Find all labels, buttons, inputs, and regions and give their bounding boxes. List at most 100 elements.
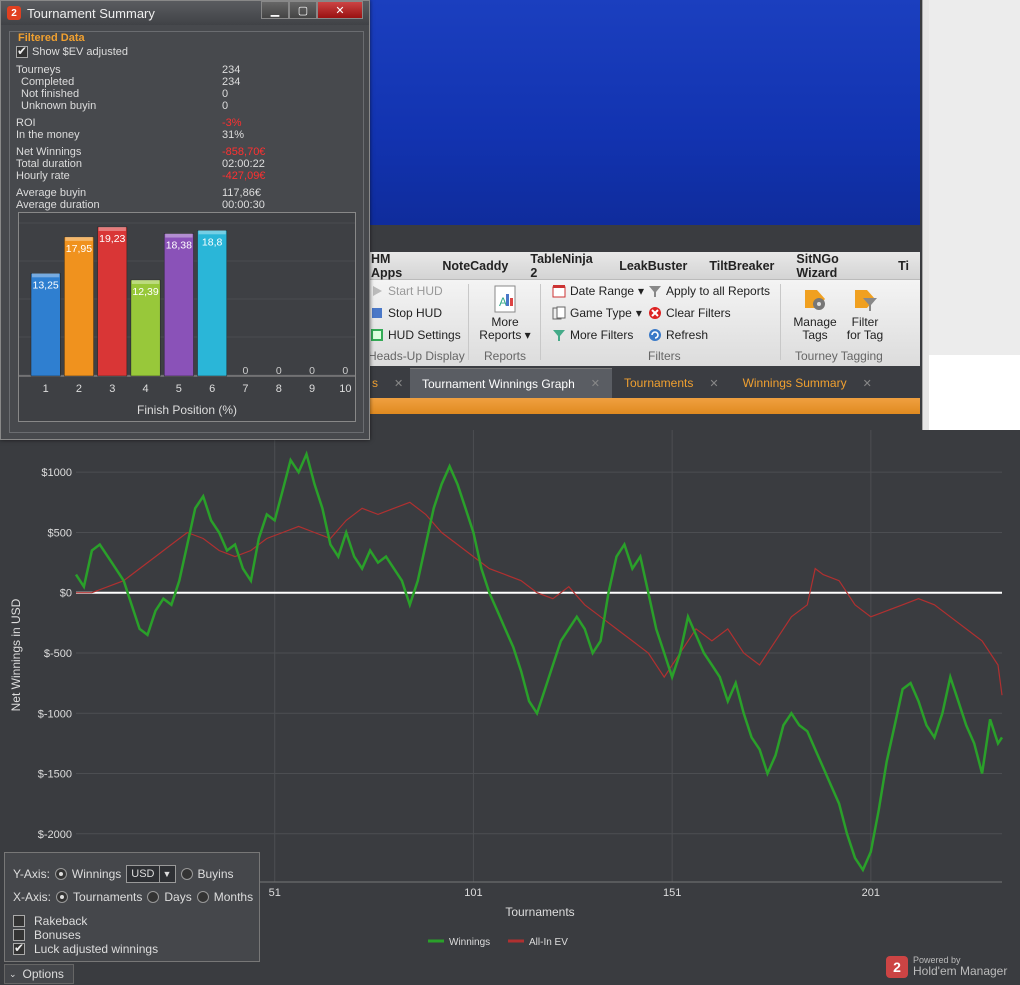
bar-category-label: 6 [209,383,215,395]
stat-value: 234 [222,64,241,76]
filtered-data-group: Filtered Data Show $EV adjusted Tourneys… [9,31,364,433]
y-tick-label: $-1000 [38,708,72,720]
report-tabs: s ✕ Tournament Winnings Graph ✕ Tournament… [360,366,920,398]
checkbox-checked-icon [13,941,25,955]
menu-tiltbreaker[interactable]: TiltBreaker [698,259,785,273]
stat-label: Total duration [16,158,83,170]
tab-tournament-winnings-graph[interactable]: Tournament Winnings Graph ✕ [410,368,612,398]
bar-category-label: 9 [309,383,315,395]
options-toggle[interactable]: ⌄ Options [4,964,74,984]
tab-accent-bar [360,398,920,414]
y-tick-label: $1000 [41,467,72,479]
app-menubar: HM Apps NoteCaddy TableNinja 2 LeakBuste… [360,252,920,280]
clear-filters-button[interactable]: Clear Filters [648,306,731,320]
close-icon[interactable]: ✕ [394,377,403,390]
days-radio[interactable] [147,891,160,903]
more-filters-button[interactable]: More Filters [552,328,633,342]
filter-for-tag-button[interactable]: Filter for Tag [842,284,888,342]
hm-logo-icon: 2 [886,955,908,978]
minimize-button[interactable]: ▁ [261,1,289,19]
stat-label: Unknown buyin [21,100,97,112]
menu-truncated[interactable]: Ti [887,259,920,273]
date-range-dropdown[interactable]: Date Range ▾ [552,284,644,298]
stop-icon [370,306,384,320]
bar-category-label: 10 [339,383,351,395]
refresh-button[interactable]: Refresh [648,328,708,342]
stop-hud-button[interactable]: Stop HUD [370,306,442,320]
menu-hm-apps[interactable]: HM Apps [360,252,431,280]
filter-plus-icon [552,328,566,342]
menu-leakbuster[interactable]: LeakBuster [608,259,698,273]
bar-value-label: 12,39 [132,286,158,298]
stat-value: 117,86€ [222,187,261,199]
tag-gear-icon [805,290,825,310]
y-tick-label: $-500 [44,648,72,660]
days-label: Days [164,890,192,904]
checkbox-unchecked-icon [13,915,25,927]
maximize-button[interactable]: ▢ [289,1,317,19]
winnings-radio[interactable] [54,868,67,880]
stat-value: 0 [222,88,229,100]
yaxis-label: Y-Axis: [13,867,50,881]
calendar-icon [552,284,566,298]
bar-value-label: 19,23 [99,233,125,245]
refresh-icon [648,328,662,342]
menu-notecaddy[interactable]: NoteCaddy [431,259,519,273]
finish-position-svg: 13,25 1 17,95 2 19,23 3 12,39 4 18,38 5 18,8 6 0 7 0 8 0… [19,222,355,417]
bar-highlight [65,236,93,241]
summary-titlebar[interactable]: 2 Tournament Summary ▁ ▢ ✕ [1,1,369,25]
stat-value: 234 [222,76,241,88]
start-hud-button[interactable]: Start HUD [370,284,443,298]
currency-select[interactable]: USD ▼ [126,865,176,883]
stat-label: Not finished [21,88,80,100]
luck-adjusted-checkbox[interactable]: Luck adjusted winnings [13,941,158,956]
bonuses-checkbox[interactable]: Bonuses [13,928,81,942]
tab-winnings-summary[interactable]: Winnings Summary ✕ [731,368,884,398]
bar-category-label: 3 [109,383,115,395]
finish-position-chart: 13,25 1 17,95 2 19,23 3 12,39 4 18,38 5 18,8 6 0 7 0 8 0… [18,212,356,422]
bar-category-label: 8 [276,383,282,395]
months-radio[interactable] [196,891,209,903]
hm-powered-logo: 2 Powered by Hold'em Manager [886,955,1007,978]
bar-value-label: 13,25 [33,279,59,291]
tournaments-radio[interactable] [56,891,69,903]
rakeback-checkbox[interactable]: Rakeback [13,914,87,928]
buyins-radio[interactable] [180,868,193,880]
legend-label: All-In EV [529,937,568,948]
hud-settings-button[interactable]: HUD Settings [370,328,461,342]
close-icon[interactable]: ✕ [863,377,872,390]
stat-label: Completed [21,76,75,88]
close-button[interactable]: ✕ [317,1,363,19]
chevron-down-icon: ▼ [158,866,175,882]
manage-tags-button[interactable]: Manage Tags [790,284,840,342]
close-icon[interactable]: ✕ [591,377,600,390]
x-tick-label: 51 [269,887,281,899]
bar-highlight [32,273,60,278]
bar-highlight [131,279,160,284]
ribbon-toolbar: Start HUD Stop HUD HUD Settings Heads-Up… [360,280,920,366]
show-ev-checkbox[interactable]: Show $EV adjusted [16,44,128,59]
plot-area [76,430,1002,882]
bar-value-label: 17,95 [66,243,92,255]
months-label: Months [213,890,254,904]
x-tick-label: 201 [862,887,880,899]
x-axis-label: Tournaments [505,905,574,919]
more-reports-button[interactable]: A More Reports ▾ [478,284,532,342]
right-side-panel [922,0,1020,445]
close-icon[interactable]: ✕ [709,377,718,390]
apply-all-reports-button[interactable]: Apply to all Reports [648,284,770,298]
bar-xlabel: Finish Position (%) [137,403,237,417]
bar-category-label: 5 [176,383,182,395]
stat-value: -858,70€ [222,146,266,158]
bar-value-label: 18,38 [166,240,192,252]
game-type-dropdown[interactable]: Game Type ▾ [552,306,642,320]
winnings-label: Winnings [71,867,122,881]
report-document-icon: A [494,285,516,313]
menu-sitngo-wizard[interactable]: SitNGo Wizard [785,252,887,280]
tag-filter-icon [855,290,877,311]
y-tick-label: $0 [60,588,72,600]
bar-value-label: 18,8 [202,236,223,248]
tab-tournaments[interactable]: Tournaments ✕ [612,368,731,398]
menu-tableninja[interactable]: TableNinja 2 [519,252,608,280]
settings-grid-icon [370,328,384,342]
